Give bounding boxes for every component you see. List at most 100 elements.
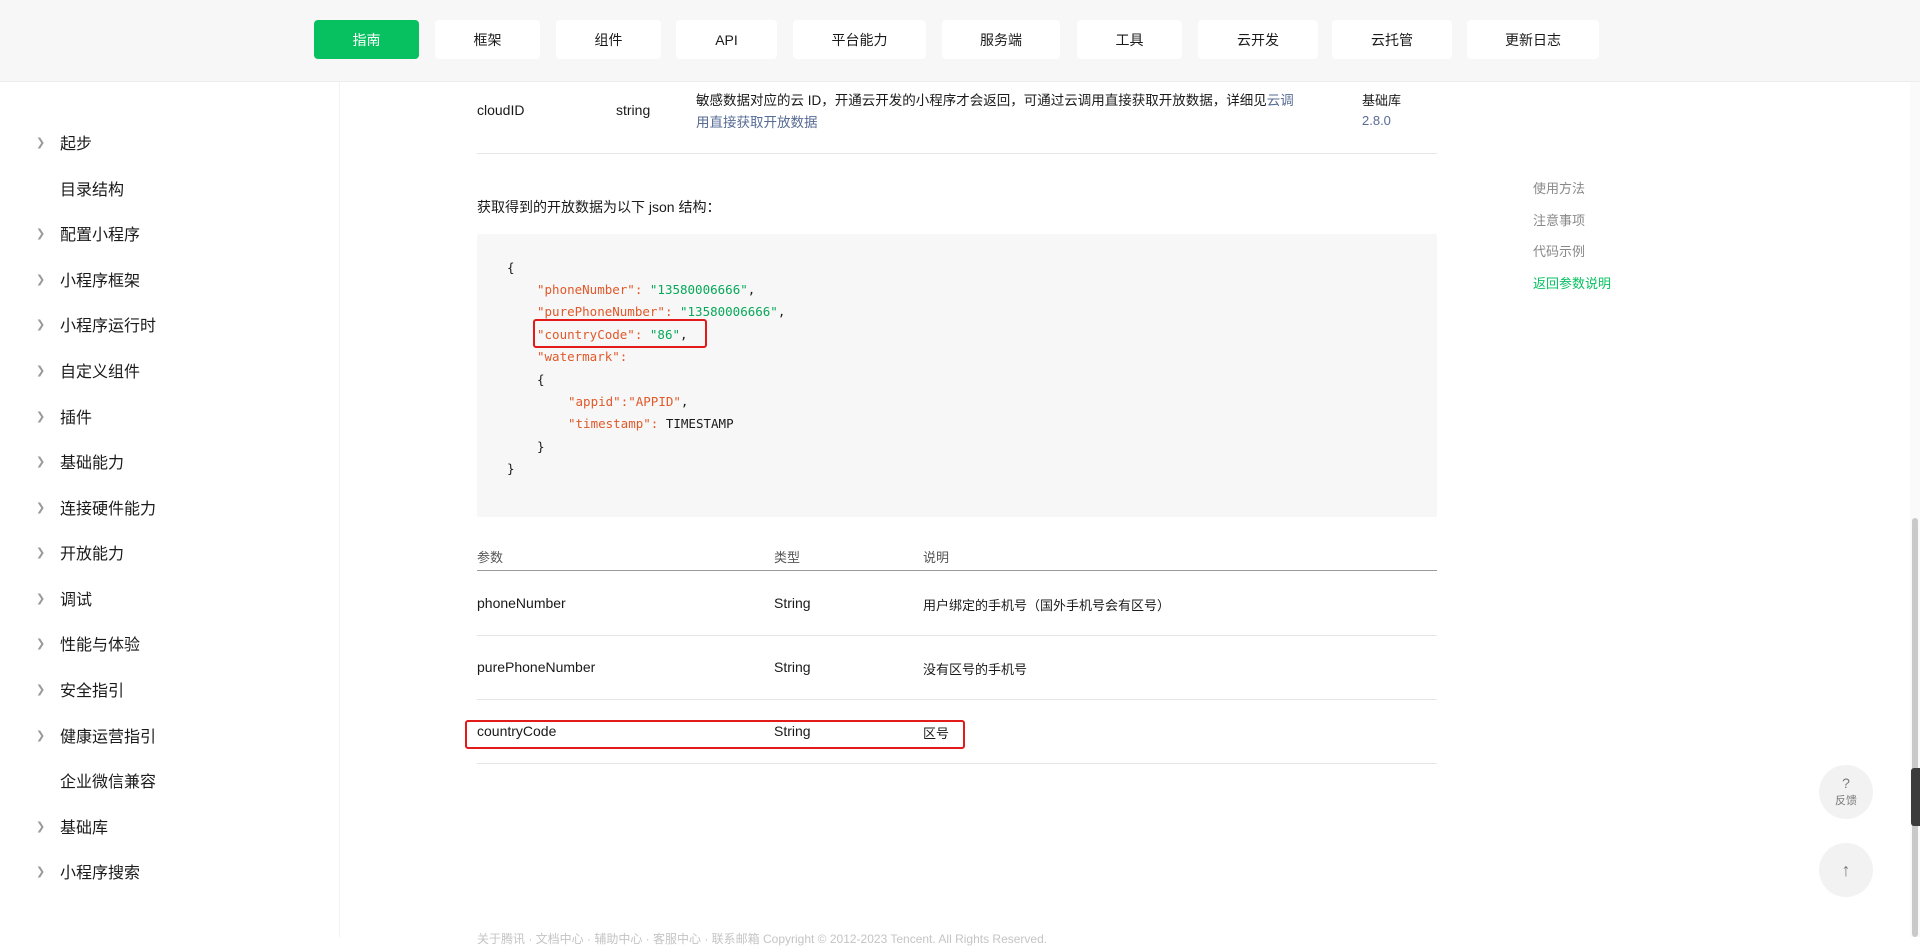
chevron-right-icon: ❯ bbox=[36, 682, 46, 696]
table-row: purePhoneNumber String 没有区号的手机号 bbox=[477, 636, 1437, 700]
code-line-timestamp: "timestamp": TIMESTAMP bbox=[568, 416, 734, 431]
nav-tab-api[interactable]: API bbox=[676, 20, 777, 59]
code-line-appid: "appid":"APPID", bbox=[568, 394, 689, 409]
param-name: purePhoneNumber bbox=[477, 659, 596, 675]
nav-tab-changelog[interactable]: 更新日志 bbox=[1467, 20, 1599, 59]
toc-item-usage[interactable]: 使用方法 bbox=[1533, 178, 1611, 210]
toc-item-notes[interactable]: 注意事项 bbox=[1533, 210, 1611, 242]
sidebar-item-custom-components[interactable]: ❯ 自定义组件 bbox=[36, 358, 140, 382]
sidebar-item-label: 基础能力 bbox=[60, 455, 125, 472]
code-line-phone: "phoneNumber": "13580006666", bbox=[537, 282, 756, 297]
param-description: 没有区号的手机号 bbox=[923, 662, 1028, 677]
sidebar-item-open-abilities[interactable]: ❯ 开放能力 bbox=[36, 540, 124, 564]
side-widget[interactable] bbox=[1911, 768, 1920, 826]
nav-tab-cloud-dev[interactable]: 云开发 bbox=[1198, 20, 1318, 59]
sidebar-item-config[interactable]: ❯ 配置小程序 bbox=[36, 221, 140, 245]
toc-item-example[interactable]: 代码示例 bbox=[1533, 241, 1611, 273]
chevron-right-icon: ❯ bbox=[36, 409, 46, 423]
sidebar-item-label: 目录结构 bbox=[60, 182, 125, 199]
param-name: phoneNumber bbox=[477, 595, 566, 611]
sidebar-item-runtime[interactable]: ❯ 小程序运行时 bbox=[36, 312, 156, 336]
sidebar-item-search[interactable]: ❯ 小程序搜索 bbox=[36, 859, 140, 883]
param-description: 敏感数据对应的云 ID，开通云开发的小程序才会返回，可通过云调用直接获取开放数据… bbox=[696, 93, 1294, 130]
feedback-button[interactable]: ? 反馈 bbox=[1819, 765, 1873, 819]
code-line-watermark: "watermark": bbox=[537, 349, 628, 364]
highlight-box-code bbox=[533, 319, 707, 348]
param-type: string bbox=[616, 102, 651, 118]
sidebar-item-label: 连接硬件能力 bbox=[60, 501, 157, 518]
code-block: { "phoneNumber": "13580006666", "purePho… bbox=[477, 234, 1437, 517]
param-table-header: 参数 类型 说明 bbox=[477, 540, 1437, 571]
sidebar-item-security[interactable]: ❯ 安全指引 bbox=[36, 677, 124, 701]
sidebar-item-label: 开放能力 bbox=[60, 546, 125, 563]
nav-tab-framework[interactable]: 框架 bbox=[435, 20, 540, 59]
param-name: cloudID bbox=[477, 102, 525, 118]
main-content: cloudID string 敏感数据对应的云 ID，开通云开发的小程序才会返回… bbox=[465, 82, 1437, 937]
sidebar-item-label: 健康运营指引 bbox=[60, 729, 157, 746]
sidebar-item-label: 性能与体验 bbox=[60, 637, 141, 654]
sidebar-item-framework[interactable]: ❯ 小程序框架 bbox=[36, 267, 140, 291]
nav-tab-cloud-hosting[interactable]: 云托管 bbox=[1332, 20, 1452, 59]
chevron-right-icon: ❯ bbox=[36, 272, 46, 286]
feedback-label: 反馈 bbox=[1835, 795, 1857, 807]
version-label: 基础库 bbox=[1362, 93, 1402, 108]
sidebar-item-label: 基础库 bbox=[60, 820, 109, 837]
sidebar-item-base-library[interactable]: ❯ 基础库 bbox=[36, 814, 108, 838]
sidebar-item-label: 配置小程序 bbox=[60, 227, 141, 244]
nav-tab-server[interactable]: 服务端 bbox=[942, 20, 1060, 59]
toc-item-return-params[interactable]: 返回参数说明 bbox=[1533, 273, 1611, 305]
chevron-right-icon: ❯ bbox=[36, 819, 46, 833]
sidebar-item-label: 小程序搜索 bbox=[60, 865, 141, 882]
sidebar-item-start[interactable]: ❯ 起步 bbox=[36, 130, 92, 154]
chevron-right-icon: ❯ bbox=[36, 317, 46, 331]
chevron-right-icon: ❯ bbox=[36, 636, 46, 650]
param-description: 用户绑定的手机号（国外手机号会有区号） bbox=[923, 598, 1171, 613]
sidebar-item-label: 插件 bbox=[60, 410, 93, 427]
chevron-right-icon: ❯ bbox=[36, 864, 46, 878]
nav-tab-guide[interactable]: 指南 bbox=[314, 20, 419, 59]
nav-tab-platform[interactable]: 平台能力 bbox=[793, 20, 926, 59]
sidebar-item-label: 调试 bbox=[60, 592, 93, 609]
intro-text: 获取得到的开放数据为以下 json 结构： bbox=[477, 199, 721, 215]
sidebar-item-label: 自定义组件 bbox=[60, 364, 141, 381]
nav-tab-tools[interactable]: 工具 bbox=[1077, 20, 1182, 59]
nav-tab-components[interactable]: 组件 bbox=[556, 20, 661, 59]
back-to-top-button[interactable]: ↑ bbox=[1819, 843, 1873, 897]
header-type: 类型 bbox=[774, 550, 801, 565]
sidebar-item-debug[interactable]: ❯ 调试 bbox=[36, 586, 92, 610]
param-type: String bbox=[774, 595, 811, 611]
sidebar-item-label: 小程序框架 bbox=[60, 273, 141, 290]
cloud-call-link[interactable]: 云调 bbox=[1267, 93, 1294, 108]
scrollbar-thumb[interactable] bbox=[1912, 518, 1918, 937]
sidebar-item-label: 起步 bbox=[60, 136, 93, 153]
page-toc: 使用方法 注意事项 代码示例 返回参数说明 bbox=[1533, 178, 1611, 304]
sidebar-item-plugins[interactable]: ❯ 插件 bbox=[36, 404, 92, 428]
sidebar-item-label: 企业微信兼容 bbox=[60, 774, 157, 791]
cloud-call-link-continued[interactable]: 用直接获取开放数据 bbox=[696, 115, 818, 130]
chevron-right-icon: ❯ bbox=[36, 728, 46, 742]
chevron-right-icon: ❯ bbox=[36, 545, 46, 559]
param-row-cloudid: cloudID string 敏感数据对应的云 ID，开通云开发的小程序才会返回… bbox=[477, 82, 1437, 154]
version-link[interactable]: 2.8.0 bbox=[1362, 113, 1391, 128]
sidebar-item-performance[interactable]: ❯ 性能与体验 bbox=[36, 631, 140, 655]
code-line-pure-phone: "purePhoneNumber": "13580006666", bbox=[537, 304, 786, 319]
back-to-top-icon: ↑ bbox=[1841, 859, 1851, 880]
param-type: String bbox=[774, 659, 811, 675]
sidebar-item-hardware[interactable]: ❯ 连接硬件能力 bbox=[36, 495, 156, 519]
chevron-right-icon: ❯ bbox=[36, 363, 46, 377]
sidebar-item-wecom[interactable]: 企业微信兼容 bbox=[36, 768, 156, 792]
sidebar-item-basic-abilities[interactable]: ❯ 基础能力 bbox=[36, 449, 124, 473]
chevron-right-icon: ❯ bbox=[36, 226, 46, 240]
sidebar-item-dir-structure[interactable]: 目录结构 bbox=[36, 176, 124, 200]
page-footer: 关于腾讯 · 文档中心 · 辅助中心 · 客服中心 · 联系邮箱 Copyrig… bbox=[477, 932, 1048, 946]
sidebar-item-label: 安全指引 bbox=[60, 683, 125, 700]
header-desc: 说明 bbox=[923, 550, 950, 565]
table-row: phoneNumber String 用户绑定的手机号（国外手机号会有区号） bbox=[477, 572, 1437, 636]
chevron-right-icon: ❯ bbox=[36, 500, 46, 514]
highlight-box-row bbox=[465, 720, 965, 749]
chevron-right-icon: ❯ bbox=[36, 454, 46, 468]
chevron-right-icon: ❯ bbox=[36, 135, 46, 149]
feedback-icon: ? bbox=[1842, 775, 1850, 791]
sidebar-item-operations[interactable]: ❯ 健康运营指引 bbox=[36, 723, 156, 747]
chevron-right-icon: ❯ bbox=[36, 591, 46, 605]
